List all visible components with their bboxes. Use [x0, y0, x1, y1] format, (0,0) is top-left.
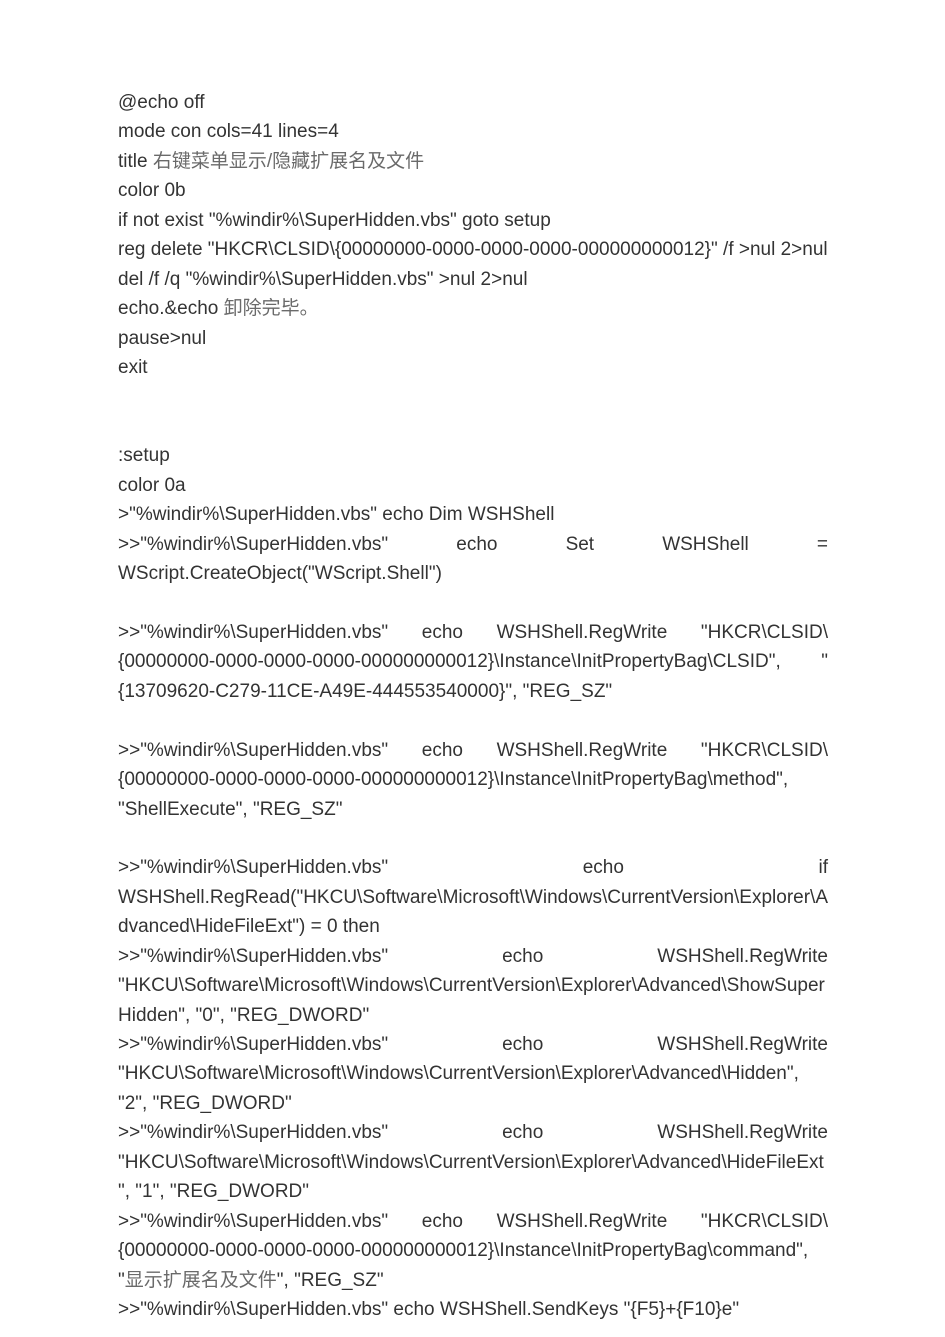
code-text-span: ", "REG_SZ" [277, 1270, 384, 1291]
blank-line [118, 588, 828, 617]
code-line: echo.&echo 卸除完毕。 [118, 294, 828, 323]
code-document: @echo offmode con cols=41 lines=4title 右… [118, 88, 828, 1324]
code-line: >"%windir%\SuperHidden.vbs" echo Dim WSH… [118, 500, 828, 529]
code-line: >>"%windir%\SuperHidden.vbs" echo Set WS… [118, 530, 828, 589]
code-line: mode con cols=41 lines=4 [118, 117, 828, 146]
code-line: >>"%windir%\SuperHidden.vbs" echo WSHShe… [118, 1118, 828, 1206]
blank-line [118, 382, 828, 411]
cjk-text-span: 右键菜单显示/隐藏扩展名及文件 [153, 151, 424, 172]
blank-line [118, 412, 828, 441]
blank-line [118, 824, 828, 853]
code-text-span: echo.&echo [118, 298, 224, 319]
cjk-text-span: 卸除完毕。 [224, 298, 319, 319]
code-line: :setup [118, 441, 828, 470]
code-line: >>"%windir%\SuperHidden.vbs" echo WSHShe… [118, 1295, 828, 1324]
code-line: >>"%windir%\SuperHidden.vbs" echo if WSH… [118, 853, 828, 941]
code-line: reg delete "HKCR\CLSID\{00000000-0000-00… [118, 235, 828, 264]
code-line: >>"%windir%\SuperHidden.vbs" echo WSHShe… [118, 618, 828, 706]
code-line: if not exist "%windir%\SuperHidden.vbs" … [118, 206, 828, 235]
blank-line [118, 706, 828, 735]
cjk-text-span: 显示扩展名及文件 [125, 1270, 277, 1291]
code-line: @echo off [118, 88, 828, 117]
code-line: >>"%windir%\SuperHidden.vbs" echo WSHShe… [118, 736, 828, 824]
code-line: color 0a [118, 471, 828, 500]
code-line: title 右键菜单显示/隐藏扩展名及文件 [118, 147, 828, 176]
code-line: >>"%windir%\SuperHidden.vbs" echo WSHShe… [118, 1207, 828, 1295]
code-line: >>"%windir%\SuperHidden.vbs" echo WSHShe… [118, 1030, 828, 1118]
code-text-span: title [118, 151, 153, 172]
code-line: exit [118, 353, 828, 382]
code-line: >>"%windir%\SuperHidden.vbs" echo WSHShe… [118, 942, 828, 1030]
code-line: pause>nul [118, 324, 828, 353]
code-line: color 0b [118, 176, 828, 205]
code-line: del /f /q "%windir%\SuperHidden.vbs" >nu… [118, 265, 828, 294]
